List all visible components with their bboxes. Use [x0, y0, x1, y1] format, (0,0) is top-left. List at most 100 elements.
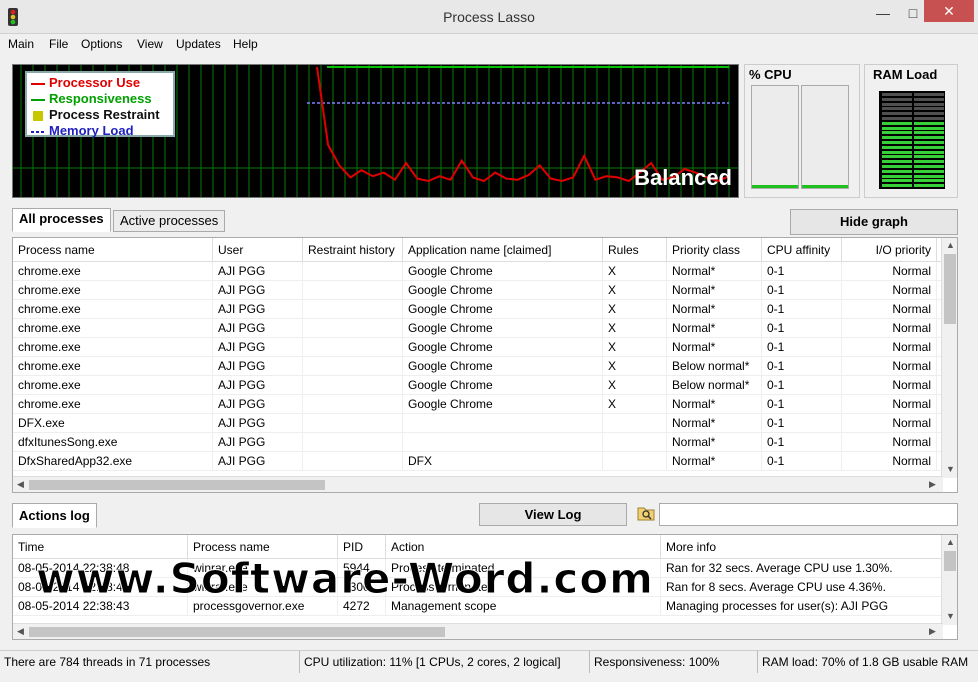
scroll-left-icon[interactable]: ◀ [17, 626, 24, 637]
menu-options[interactable]: Options [81, 37, 122, 51]
table-cell: 0-1 [762, 395, 842, 414]
menu-updates[interactable]: Updates [176, 37, 221, 51]
scroll-thumb[interactable] [29, 627, 445, 637]
table-row[interactable]: chrome.exe AJI PGG Google Chrome X Normal* 0-… [13, 281, 943, 300]
ram-cell [914, 165, 944, 168]
scroll-up-icon[interactable]: ▲ [946, 537, 955, 547]
ram-cell [914, 136, 944, 140]
table-cell: Google Chrome [403, 338, 603, 357]
scroll-thumb[interactable] [944, 254, 956, 324]
scroll-thumb[interactable] [944, 551, 956, 571]
ram-cell [914, 121, 944, 125]
hide-graph-button[interactable]: Hide graph [790, 209, 958, 235]
scroll-right-icon[interactable]: ▶ [929, 479, 936, 490]
minimize-button[interactable]: — [868, 0, 898, 26]
cpu-core-bar [751, 85, 799, 189]
ram-cell [882, 112, 912, 116]
table-cell [403, 414, 603, 433]
status-cpu: CPU utilization: 11% [1 CPUs, 2 cores, 2… [300, 651, 590, 673]
table-row[interactable]: chrome.exe AJI PGG Google Chrome X Normal* 0-… [13, 338, 943, 357]
table-cell: 0-1 [762, 281, 842, 300]
log-search-input[interactable] [659, 503, 958, 526]
table-row[interactable]: DFX.exe AJI PGG Normal* 0-1 Normal [13, 414, 943, 433]
table-cell [303, 262, 403, 281]
column-header[interactable]: More info [661, 535, 943, 559]
processor-use-line [316, 66, 730, 183]
ram-cell [882, 169, 912, 173]
tab-actions-log[interactable]: Actions log [12, 503, 97, 528]
scroll-down-icon[interactable]: ▼ [946, 611, 955, 621]
table-row[interactable]: dfxItunesSong.exe AJI PGG Normal* 0-1 Normal [13, 433, 943, 452]
legend-label: Responsiveness [49, 91, 152, 106]
performance-graph[interactable]: Processor Use Responsiveness Process Res… [12, 64, 739, 198]
column-header[interactable]: Rules [603, 238, 667, 262]
horizontal-scrollbar[interactable]: ◀ ▶ [13, 476, 943, 492]
table-cell: 0-1 [762, 414, 842, 433]
table-cell: Google Chrome [403, 262, 603, 281]
window-title: Process Lasso [443, 9, 535, 25]
scroll-down-icon[interactable]: ▼ [946, 464, 955, 474]
legend-label: Processor Use [49, 75, 141, 90]
table-cell: AJI PGG [213, 376, 303, 395]
table-row[interactable]: chrome.exe AJI PGG Google Chrome X Below nor… [13, 357, 943, 376]
column-header[interactable]: CPU affinity [762, 238, 842, 262]
tab-all-processes[interactable]: All processes [12, 208, 111, 232]
table-cell: Normal [842, 395, 937, 414]
menu-help[interactable]: Help [233, 37, 258, 51]
table-row[interactable]: chrome.exe AJI PGG Google Chrome X Normal* 0-… [13, 395, 943, 414]
column-header[interactable]: Priority class [667, 238, 762, 262]
table-row[interactable]: chrome.exe AJI PGG Google Chrome X Normal* 0-… [13, 319, 943, 338]
power-profile-label: Balanced [634, 165, 732, 190]
title-bar: Process Lasso — □ ✕ [0, 0, 978, 34]
scroll-left-icon[interactable]: ◀ [17, 479, 24, 490]
table-cell: chrome.exe [13, 300, 213, 319]
column-header[interactable]: Process name [13, 238, 213, 262]
ram-cell [882, 150, 912, 154]
table-cell: chrome.exe [13, 281, 213, 300]
table-row[interactable]: chrome.exe AJI PGG Google Chrome X Normal* 0-… [13, 300, 943, 319]
scroll-up-icon[interactable]: ▲ [946, 240, 955, 250]
menu-view[interactable]: View [137, 37, 163, 51]
status-ram: RAM load: 70% of 1.8 GB usable RAM [762, 655, 969, 669]
table-cell: X [603, 262, 667, 281]
table-cell: 0-1 [762, 319, 842, 338]
table-cell: Normal [842, 376, 937, 395]
tab-active-processes[interactable]: Active processes [113, 210, 226, 232]
table-cell [603, 433, 667, 452]
view-log-button[interactable]: View Log [479, 503, 627, 526]
table-cell: Normal* [667, 319, 762, 338]
table-cell: Normal [842, 414, 937, 433]
folder-search-icon[interactable] [637, 505, 655, 521]
column-header[interactable]: Restraint history [303, 238, 403, 262]
ram-cell [882, 97, 912, 101]
scroll-right-icon[interactable]: ▶ [929, 626, 936, 637]
table-cell: Normal* [667, 281, 762, 300]
table-cell: Normal* [667, 300, 762, 319]
ram-cell [882, 93, 912, 96]
menu-file[interactable]: File [49, 37, 68, 51]
vertical-scrollbar[interactable]: ▲ ▼ [941, 238, 957, 478]
table-cell: chrome.exe [13, 338, 213, 357]
scroll-thumb[interactable] [29, 480, 325, 490]
table-cell: Normal [842, 262, 937, 281]
table-cell: Google Chrome [403, 319, 603, 338]
close-button[interactable]: ✕ [924, 0, 974, 22]
table-cell: X [603, 357, 667, 376]
legend-responsiveness: Responsiveness [31, 91, 169, 107]
column-header[interactable]: Application name [claimed] [403, 238, 603, 262]
table-cell: AJI PGG [213, 414, 303, 433]
horizontal-scrollbar[interactable]: ◀ ▶ [13, 623, 943, 639]
ram-panel: RAM Load [864, 64, 958, 198]
column-header[interactable]: User [213, 238, 303, 262]
ram-cell [914, 117, 944, 120]
table-row[interactable]: DfxSharedApp32.exe AJI PGG DFX Normal* 0-1 No… [13, 452, 943, 471]
menu-main[interactable]: Main [8, 37, 34, 51]
column-header[interactable]: I/O priority [842, 238, 937, 262]
table-cell: Normal [842, 452, 937, 471]
table-row[interactable]: chrome.exe AJI PGG Google Chrome X Below nor… [13, 376, 943, 395]
ram-cell [914, 155, 944, 159]
vertical-scrollbar[interactable]: ▲ ▼ [941, 535, 957, 625]
table-cell: DfxSharedApp32.exe [13, 452, 213, 471]
table-cell: 0-1 [762, 300, 842, 319]
table-row[interactable]: chrome.exe AJI PGG Google Chrome X Normal* 0-… [13, 262, 943, 281]
